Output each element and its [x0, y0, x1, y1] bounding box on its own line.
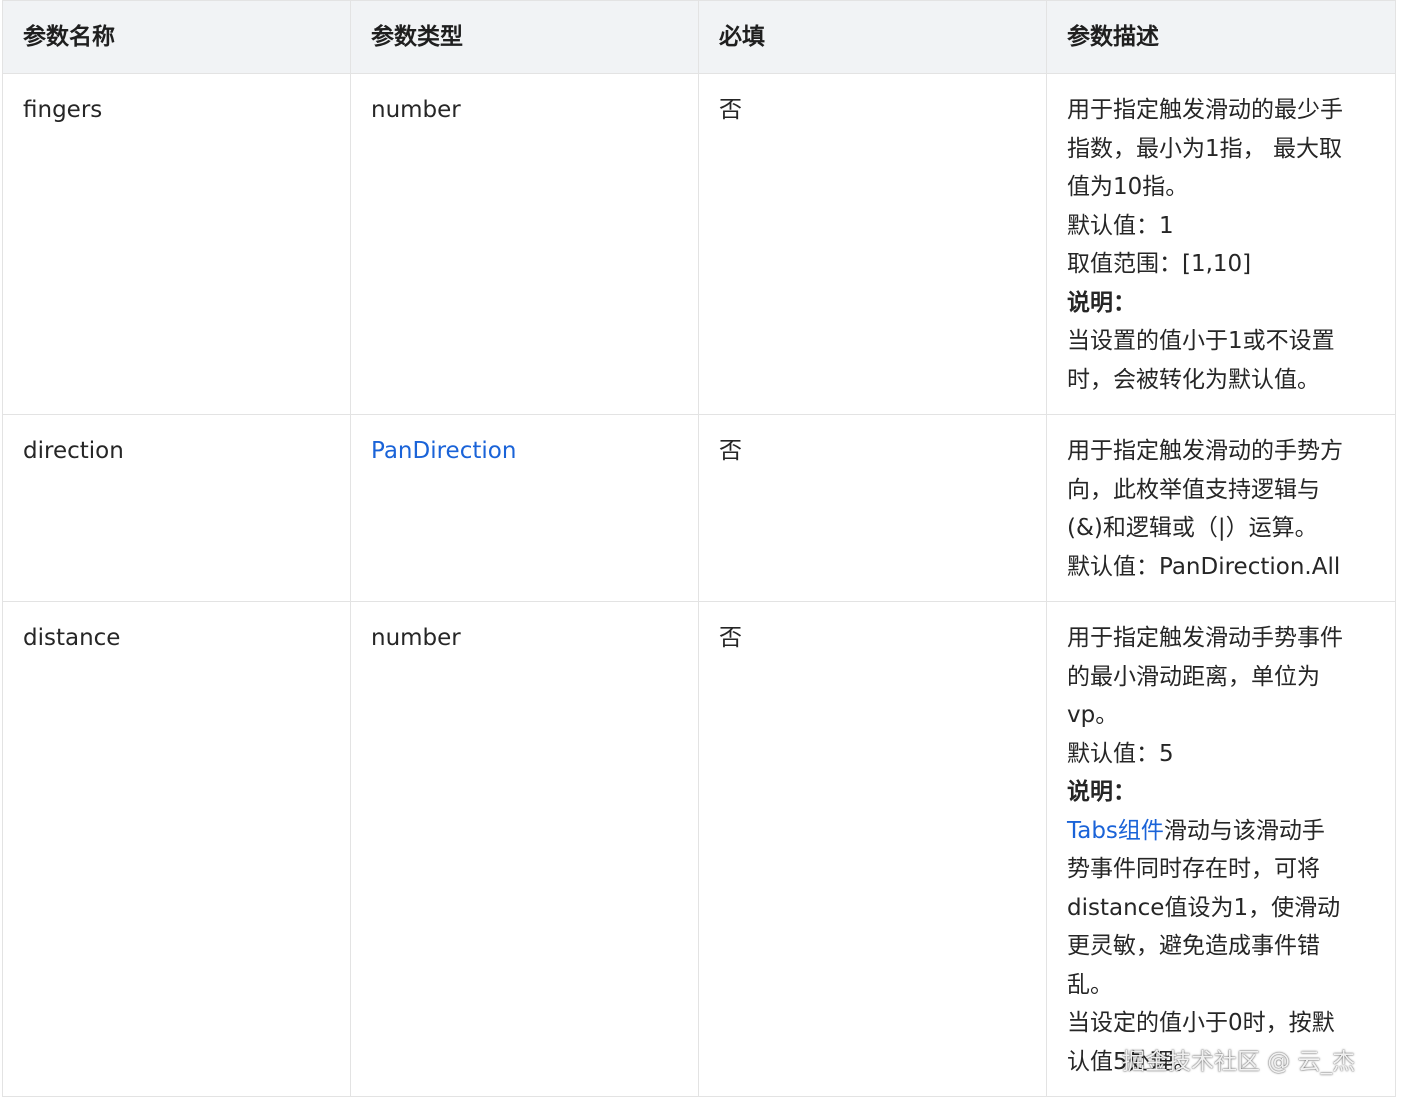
default-value-line: 默认值：5: [1067, 740, 1174, 767]
description-line: 的最小滑动距离，单位为: [1067, 663, 1320, 690]
required-value: 否: [719, 97, 742, 123]
note-line: 势事件同时存在时，可将: [1067, 856, 1320, 882]
table-row: fingers number 否 用于指定触发滑动的最少手 指数，最小为1指， …: [2, 73, 1396, 415]
param-name: fingers: [23, 97, 103, 123]
note-line: 当设定的值小于0时，按默: [1067, 1010, 1335, 1036]
description-cell: 用于指定触发滑动手势事件 的最小滑动距离，单位为 vp。 默认值：5 说明： T…: [1046, 601, 1396, 1097]
note-line: 更灵敏，避免造成事件错: [1067, 933, 1320, 959]
param-type-cell: number: [350, 601, 699, 1097]
description-line: 用于指定触发滑动的手势方: [1067, 438, 1343, 464]
header-required: 必填: [698, 0, 1047, 74]
required-cell: 否: [698, 601, 1047, 1097]
note-line: 当设置的值小于1或不设置: [1067, 328, 1335, 354]
required-value: 否: [719, 438, 742, 464]
watermark: 掘金技术社区 @ 云_杰: [1122, 1049, 1356, 1075]
param-type: number: [371, 97, 461, 123]
header-param-name: 参数名称: [2, 0, 351, 74]
param-name: direction: [23, 438, 124, 464]
description-cell: 用于指定触发滑动的手势方 向，此枚举值支持逻辑与 (&)和逻辑或（|）运算。 默…: [1046, 414, 1396, 602]
tabs-component-link[interactable]: Tabs组件: [1067, 818, 1164, 844]
note-line: distance值设为1，使滑动: [1067, 894, 1341, 921]
description-line: 值为10指。: [1067, 174, 1189, 200]
param-type-cell: PanDirection: [350, 414, 699, 602]
table-header-row: 参数名称 参数类型 必填 参数描述: [2, 0, 1396, 74]
note-text: 滑动与该滑动手: [1163, 817, 1325, 844]
required-cell: 否: [698, 414, 1047, 602]
table-row: direction PanDirection 否 用于指定触发滑动的手势方 向，…: [2, 414, 1396, 602]
param-name: distance: [23, 625, 121, 651]
value-range-line: 取值范围：[1,10]: [1067, 251, 1252, 277]
note-line: 乱。: [1067, 971, 1113, 998]
required-value: 否: [719, 625, 742, 651]
param-type-cell: number: [350, 73, 699, 415]
param-name-cell: distance: [2, 601, 351, 1097]
note-title: 说明：: [1067, 289, 1136, 316]
required-cell: 否: [698, 73, 1047, 415]
note-title: 说明：: [1067, 779, 1136, 805]
description-line: 用于指定触发滑动的最少手: [1067, 97, 1343, 123]
default-value-line: 默认值：PanDirection.All: [1067, 553, 1341, 580]
header-param-type: 参数类型: [350, 0, 699, 74]
header-param-description: 参数描述: [1046, 0, 1396, 74]
description-line: 向，此枚举值支持逻辑与: [1067, 476, 1320, 503]
pan-direction-type-link[interactable]: PanDirection: [371, 438, 516, 464]
table-row: distance number 否 用于指定触发滑动手势事件 的最小滑动距离，单…: [2, 601, 1396, 1097]
params-table: 参数名称 参数类型 必填 参数描述 fingers number 否 用于指定触…: [2, 0, 1396, 1097]
param-name-cell: direction: [2, 414, 351, 602]
description-line: vp。: [1067, 702, 1119, 728]
note-line: 时，会被转化为默认值。: [1067, 366, 1320, 393]
description-line: (&)和逻辑或（|）运算。: [1067, 515, 1318, 541]
description-cell: 用于指定触发滑动的最少手 指数，最小为1指， 最大取 值为10指。 默认值：1 …: [1046, 73, 1396, 415]
note-line: Tabs组件滑动与该滑动手: [1067, 812, 1375, 851]
description-line: 指数，最小为1指， 最大取: [1067, 135, 1342, 162]
description-line: 用于指定触发滑动手势事件: [1067, 625, 1343, 651]
param-name-cell: fingers: [2, 73, 351, 415]
default-value-line: 默认值：1: [1067, 212, 1174, 239]
param-type: number: [371, 625, 461, 651]
